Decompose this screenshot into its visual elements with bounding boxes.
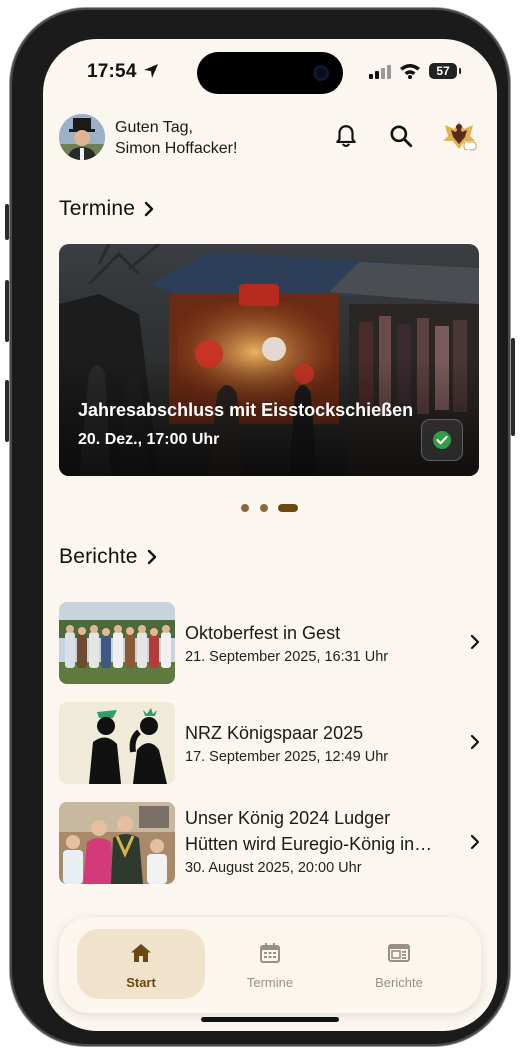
wifi-icon <box>400 64 420 79</box>
mute-switch <box>5 204 9 240</box>
club-logo-icon[interactable] <box>439 117 479 155</box>
calendar-icon <box>260 943 280 963</box>
greeting: Guten Tag, Simon Hoffacker! <box>115 117 237 159</box>
status-time: 17:54 <box>87 61 137 82</box>
volume-up-button <box>5 280 9 342</box>
nav-item-berichte[interactable]: Berichte <box>335 929 463 999</box>
cellular-signal-icon <box>369 65 391 79</box>
report-title: Unser König 2024 Ludger Hütten wird Eure… <box>185 805 445 857</box>
report-date: 17. September 2025, 12:49 Uhr <box>185 749 389 765</box>
event-card[interactable]: Jahresabschluss mit Eisstockschießen 20.… <box>59 244 479 476</box>
volume-down-button <box>5 380 9 442</box>
newspaper-icon <box>388 944 410 962</box>
berichte-title: Berichte <box>59 545 138 568</box>
report-title-line-1: Unser König 2024 Ludger <box>185 808 391 828</box>
report-date: 21. September 2025, 16:31 Uhr <box>185 649 389 665</box>
termine-title: Termine <box>59 197 136 220</box>
chevron-right-icon <box>147 550 156 565</box>
termine-section-header[interactable]: Termine <box>59 197 155 221</box>
screen: 17:54 57 Guten Tag, Simon Hoffacker! Ter… <box>43 39 497 1031</box>
nav-item-termine[interactable]: Termine <box>206 929 334 999</box>
location-arrow-icon <box>144 64 158 78</box>
check-circle-icon <box>433 431 451 449</box>
nav-label-start: Start <box>126 975 156 990</box>
report-thumbnail <box>59 802 175 884</box>
chevron-right-icon <box>470 734 480 750</box>
dynamic-island <box>197 52 343 94</box>
battery-indicator: 57 <box>429 63 461 79</box>
list-item[interactable]: Oktoberfest in Gest 21. September 2025, … <box>59 602 483 684</box>
chevron-right-icon <box>470 834 480 850</box>
chevron-right-icon <box>144 202 154 217</box>
phone-frame: 17:54 57 Guten Tag, Simon Hoffacker! Ter… <box>5 8 515 1046</box>
report-thumbnail <box>59 602 175 684</box>
status-bar: 17:54 57 <box>43 39 497 101</box>
user-name: Simon Hoffacker! <box>115 140 238 157</box>
nav-item-start[interactable]: Start <box>77 929 205 999</box>
nav-label-termine: Termine <box>246 975 294 990</box>
report-date: 30. August 2025, 20:00 Uhr <box>185 860 362 876</box>
report-title-line-2: Hütten wird Euregio-König in… <box>185 834 433 854</box>
greeting-line-1: Guten Tag, <box>115 119 193 136</box>
power-button <box>511 338 515 436</box>
bell-icon[interactable] <box>333 123 359 149</box>
event-status-badge[interactable] <box>421 419 463 461</box>
search-icon[interactable] <box>388 123 414 149</box>
report-thumbnail <box>59 702 175 784</box>
carousel-dot-active[interactable] <box>278 504 298 512</box>
home-indicator[interactable] <box>201 1017 339 1022</box>
list-item[interactable]: Unser König 2024 Ludger Hütten wird Eure… <box>59 802 483 884</box>
nav-label-berichte: Berichte <box>375 975 423 990</box>
report-title: NRZ Königspaar 2025 <box>185 723 364 743</box>
carousel-dot[interactable] <box>260 504 268 512</box>
chevron-right-icon <box>470 634 480 650</box>
list-item[interactable]: NRZ Königspaar 2025 17. September 2025, … <box>59 702 483 784</box>
event-date: 20. Dez., 17:00 Uhr <box>78 431 220 448</box>
report-title: Oktoberfest in Gest <box>185 623 341 643</box>
carousel-dot[interactable] <box>241 504 249 512</box>
berichte-section-header[interactable]: Berichte <box>59 545 158 569</box>
home-icon <box>131 944 151 962</box>
bottom-navigation: Start Termine Berichte <box>59 917 481 1013</box>
avatar[interactable] <box>59 114 105 160</box>
event-title: Jahresabschluss mit Eisstockschießen <box>78 400 414 420</box>
